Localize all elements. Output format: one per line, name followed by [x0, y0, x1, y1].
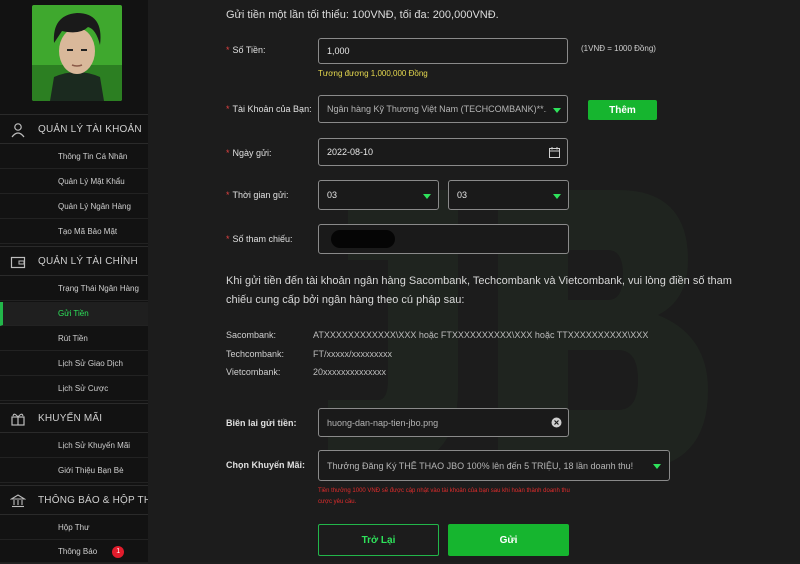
sidebar-item-withdraw[interactable]: Rút Tiền: [0, 327, 148, 351]
redacted-reference: [331, 230, 395, 248]
bank-icon: [10, 494, 26, 508]
receipt-label: Biên lai gửi tiền:: [226, 418, 297, 428]
sidebar-item-security-code[interactable]: Tạo Mã Bảo Mật: [0, 220, 148, 244]
date-label: * Ngày gửi:: [226, 148, 272, 158]
reference-instructions: Khi gửi tiền đến tài khoản ngân hàng Sac…: [226, 275, 732, 306]
sidebar-section-title: QUẢN LÝ TÀI KHOẢN: [38, 123, 142, 135]
notification-badge: 1: [112, 545, 125, 558]
sidebar-item-refer-friends[interactable]: Giới Thiệu Bạn Bè: [0, 459, 148, 483]
deposit-form-panel: Gửi tiền một lần tối thiểu: 100VNĐ, tối …: [148, 0, 800, 562]
submit-button[interactable]: Gửi: [448, 524, 569, 556]
minute-select[interactable]: 03: [448, 180, 569, 210]
sidebar-item-notifications[interactable]: Thông Báo 1: [0, 540, 148, 564]
bank-format-techcombank: FT/xxxxx/xxxxxxxxx: [313, 349, 392, 359]
reference-input[interactable]: [318, 224, 569, 254]
bank-format-vietcombank: 20xxxxxxxxxxxxxx: [313, 367, 387, 377]
promo-label: Chọn Khuyến Mãi:: [226, 460, 305, 470]
account-select[interactable]: Ngân hàng Kỹ Thương Việt Nam (TECHCOMBAN…: [318, 95, 568, 123]
bank-name-vietcombank: Vietcombank:: [226, 367, 281, 377]
amount-label: * Số Tiền:: [226, 45, 266, 55]
sidebar-section-finance[interactable]: QUẢN LÝ TÀI CHÍNH: [0, 246, 148, 276]
amount-equivalent-hint: Tương đương 1,000,000 Đồng: [318, 69, 428, 78]
back-button[interactable]: Trở Lại: [318, 524, 439, 556]
avatar: [32, 5, 122, 101]
chevron-down-icon: [553, 194, 561, 199]
time-label: * Thời gian gửi:: [226, 190, 289, 200]
sidebar-item-promo-history[interactable]: Lịch Sử Khuyến Mãi: [0, 434, 148, 458]
sidebar: QUẢN LÝ TÀI KHOẢN Thông Tin Cá Nhân Quản…: [0, 0, 160, 564]
receipt-filename: huong-dan-nap-tien-jbo.png: [327, 417, 439, 428]
exchange-rate-note: (1VNĐ = 1000 Đồng): [581, 44, 656, 53]
calendar-icon[interactable]: [549, 147, 560, 158]
receipt-file-input[interactable]: huong-dan-nap-tien-jbo.png: [318, 408, 569, 437]
deposit-limit-note: Gửi tiền một lần tối thiểu: 100VNĐ, tối …: [226, 9, 499, 21]
sidebar-section-title: THÔNG BÁO & HỘP THƯ: [38, 494, 160, 506]
sidebar-item-deposit[interactable]: Gửi Tiền: [0, 302, 148, 326]
bank-name-sacombank: Sacombank:: [226, 330, 277, 340]
sidebar-item-bet-history[interactable]: Lịch Sử Cược: [0, 377, 148, 401]
bank-format-sacombank: ATXXXXXXXXXXXX\XXX hoặc FTXXXXXXXXXX\XXX…: [313, 330, 649, 340]
sidebar-section-notifications[interactable]: THÔNG BÁO & HỘP THƯ: [0, 485, 160, 515]
reference-label: * Số tham chiếu:: [226, 234, 293, 244]
promo-select-value: Thưởng Đăng Ký THỂ THAO JBO 100% lên đến…: [327, 460, 634, 471]
chevron-down-icon: [423, 194, 431, 199]
sidebar-section-title: KHUYẾN MÃI: [38, 412, 103, 424]
add-account-button[interactable]: Thêm: [588, 100, 657, 120]
amount-input[interactable]: 1,000: [318, 38, 568, 64]
sidebar-item-bank-management[interactable]: Quản Lý Ngân Hàng: [0, 195, 148, 219]
sidebar-item-label: Thông Báo: [58, 547, 98, 556]
wallet-icon: [10, 256, 26, 269]
bank-name-techcombank: Techcombank:: [226, 349, 285, 359]
hour-value: 03: [327, 190, 338, 200]
date-input[interactable]: 2022-08-10: [318, 138, 568, 166]
chevron-down-icon: [553, 108, 561, 113]
sidebar-item-profile[interactable]: Thông Tin Cá Nhân: [0, 145, 148, 169]
sidebar-item-bank-status[interactable]: Trạng Thái Ngân Hàng: [0, 277, 148, 301]
chevron-down-icon: [653, 464, 661, 469]
sidebar-item-transaction-history[interactable]: Lịch Sử Giao Dịch: [0, 352, 148, 376]
clear-icon[interactable]: [551, 417, 562, 428]
account-label: * Tài Khoản của Bạn:: [226, 104, 312, 114]
date-value: 2022-08-10: [327, 147, 374, 157]
sidebar-section-promotions[interactable]: KHUYẾN MÃI: [0, 403, 148, 433]
minute-value: 03: [457, 190, 468, 200]
hour-select[interactable]: 03: [318, 180, 439, 210]
promo-warning: Tiền thưởng 1000 VNĐ sẽ được cập nhật và…: [318, 488, 570, 505]
sidebar-section-account[interactable]: QUẢN LÝ TÀI KHOẢN: [0, 114, 148, 144]
gift-icon: [11, 413, 25, 426]
user-icon: [11, 123, 25, 138]
sidebar-section-title: QUẢN LÝ TÀI CHÍNH: [38, 255, 138, 267]
sidebar-item-inbox[interactable]: Hộp Thư: [0, 516, 148, 540]
promo-select[interactable]: Thưởng Đăng Ký THỂ THAO JBO 100% lên đến…: [318, 450, 670, 481]
sidebar-item-password[interactable]: Quản Lý Mật Khẩu: [0, 170, 148, 194]
account-select-value: Ngân hàng Kỹ Thương Việt Nam (TECHCOMBAN…: [327, 104, 547, 114]
